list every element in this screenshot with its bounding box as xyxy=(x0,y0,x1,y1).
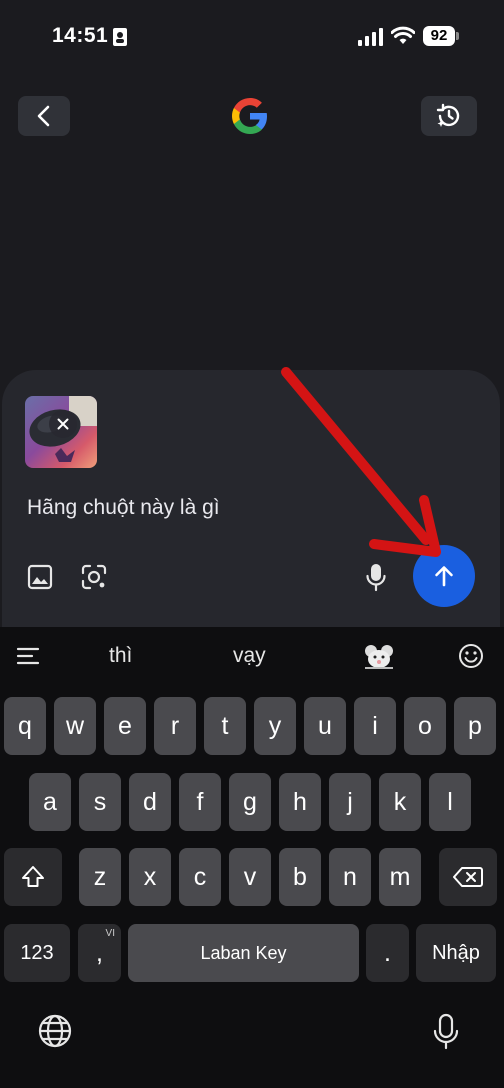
history-button[interactable] xyxy=(421,96,477,136)
key-z[interactable]: z xyxy=(79,848,121,906)
search-query-text[interactable]: Hãng chuột này là gì xyxy=(27,496,220,520)
backspace-icon xyxy=(453,867,483,887)
emoji-icon[interactable] xyxy=(458,643,484,669)
key-s[interactable]: s xyxy=(79,773,121,831)
menu-icon[interactable] xyxy=(16,646,40,666)
google-logo xyxy=(232,98,267,134)
key-d[interactable]: d xyxy=(129,773,171,831)
wifi-icon xyxy=(391,26,415,44)
remove-image-button[interactable] xyxy=(49,410,77,438)
backspace-key[interactable] xyxy=(439,848,497,906)
chevron-left-icon xyxy=(37,105,50,127)
key-e[interactable]: e xyxy=(104,697,146,755)
voice-input-button[interactable] xyxy=(359,560,393,594)
globe-icon[interactable] xyxy=(37,1013,73,1049)
key-p[interactable]: p xyxy=(454,697,496,755)
key-i[interactable]: i xyxy=(354,697,396,755)
space-key[interactable]: Laban Key xyxy=(128,924,359,982)
search-compose-card: Hãng chuột này là gì xyxy=(2,370,500,632)
status-bar: 14:51 92 xyxy=(0,0,504,72)
key-c[interactable]: c xyxy=(179,848,221,906)
back-button[interactable] xyxy=(18,96,70,136)
comma-key[interactable]: , VI xyxy=(78,924,121,982)
key-u[interactable]: u xyxy=(304,697,346,755)
enter-key[interactable]: Nhập xyxy=(416,924,496,982)
numbers-key[interactable]: 123 xyxy=(4,924,70,982)
key-r[interactable]: r xyxy=(154,697,196,755)
attached-image-thumbnail[interactable] xyxy=(25,396,97,468)
contact-card-icon xyxy=(113,28,127,46)
language-badge: VI xyxy=(105,928,115,939)
shift-icon xyxy=(22,866,44,887)
key-x[interactable]: x xyxy=(129,848,171,906)
key-j[interactable]: j xyxy=(329,773,371,831)
numbers-key-label: 123 xyxy=(20,941,54,964)
suggestion-1[interactable]: thì xyxy=(109,644,132,668)
space-key-label: Laban Key xyxy=(200,942,287,963)
suggestion-2[interactable]: vạy xyxy=(233,644,266,668)
image-gallery-button[interactable] xyxy=(23,560,57,594)
arrow-up-icon xyxy=(435,566,453,587)
close-icon xyxy=(57,418,69,430)
keyboard-microphone-icon[interactable] xyxy=(432,1013,460,1051)
key-t[interactable]: t xyxy=(204,697,246,755)
battery-tip xyxy=(456,32,459,40)
key-o[interactable]: o xyxy=(404,697,446,755)
status-time: 14:51 xyxy=(52,24,109,47)
key-g[interactable]: g xyxy=(229,773,271,831)
lens-icon xyxy=(81,564,107,590)
key-m[interactable]: m xyxy=(379,848,421,906)
key-y[interactable]: y xyxy=(254,697,296,755)
period-key-label: . xyxy=(384,938,391,967)
suggestion-bar: thì vạy xyxy=(0,627,504,685)
key-f[interactable]: f xyxy=(179,773,221,831)
keyboard: thì vạy q w e r t y u i o p a s d f g h … xyxy=(0,627,504,1088)
key-a[interactable]: a xyxy=(29,773,71,831)
key-w[interactable]: w xyxy=(54,697,96,755)
battery-indicator: 92 xyxy=(423,26,455,46)
history-icon xyxy=(436,103,460,127)
key-h[interactable]: h xyxy=(279,773,321,831)
screen: 14:51 92 Hãng chuột này là gì thì vạy q … xyxy=(0,0,504,1088)
period-key[interactable]: . xyxy=(366,924,409,982)
key-k[interactable]: k xyxy=(379,773,421,831)
cellular-signal-icon xyxy=(358,28,383,46)
lens-button[interactable] xyxy=(77,560,111,594)
comma-key-label: , xyxy=(96,938,103,967)
microphone-icon xyxy=(366,564,386,592)
image-gallery-icon xyxy=(27,564,53,590)
key-b[interactable]: b xyxy=(279,848,321,906)
key-q[interactable]: q xyxy=(4,697,46,755)
key-n[interactable]: n xyxy=(329,848,371,906)
key-v[interactable]: v xyxy=(229,848,271,906)
key-l[interactable]: l xyxy=(429,773,471,831)
send-button[interactable] xyxy=(413,545,475,607)
shift-key[interactable] xyxy=(4,848,62,906)
mouse-emoji-icon[interactable] xyxy=(363,642,395,670)
enter-key-label: Nhập xyxy=(432,941,480,964)
